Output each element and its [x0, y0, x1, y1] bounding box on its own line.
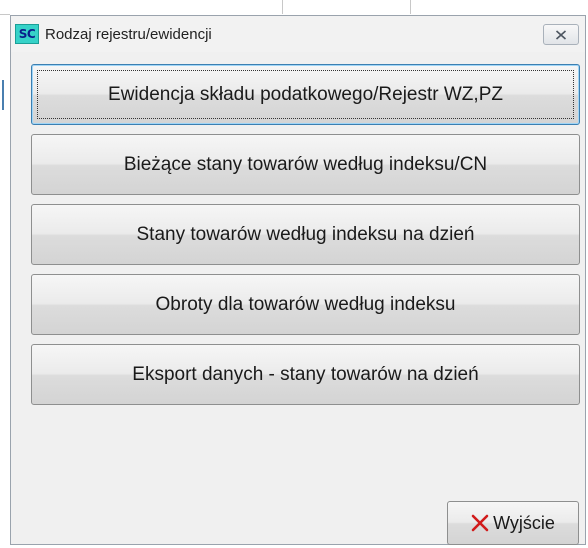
background-divider: [2, 80, 4, 110]
ewidencja-skladu-button[interactable]: Ewidencja składu podatkowego/Rejestr WZ,…: [31, 64, 580, 125]
stany-na-dzien-button[interactable]: Stany towarów według indeksu na dzień: [31, 204, 580, 265]
dialog-window: SC Rodzaj rejestru/ewidencji Ewidencja s…: [10, 15, 586, 545]
background-divider: [0, 14, 10, 15]
exit-button-label: Wyjście: [493, 512, 555, 533]
app-icon: SC: [15, 24, 39, 44]
x-icon: [471, 514, 489, 532]
button-label: Ewidencja składu podatkowego/Rejestr WZ,…: [108, 83, 503, 105]
exit-button[interactable]: Wyjście: [447, 501, 579, 545]
button-label: Eksport danych - stany towarów na dzień: [132, 363, 479, 385]
button-label: Bieżące stany towarów według indeksu/CN: [123, 153, 488, 175]
close-icon: [555, 29, 567, 40]
button-label: Obroty dla towarów według indeksu: [155, 293, 456, 315]
close-button[interactable]: [543, 24, 579, 45]
button-label: Stany towarów według indeksu na dzień: [136, 223, 475, 245]
obroty-button[interactable]: Obroty dla towarów według indeksu: [31, 274, 580, 335]
background-divider: [410, 0, 411, 14]
background-divider: [282, 0, 283, 14]
title-bar[interactable]: SC Rodzaj rejestru/ewidencji: [11, 16, 585, 52]
eksport-danych-button[interactable]: Eksport danych - stany towarów na dzień: [31, 344, 580, 405]
biezace-stany-button[interactable]: Bieżące stany towarów według indeksu/CN: [31, 134, 580, 195]
window-title: Rodzaj rejestru/ewidencji: [45, 25, 212, 43]
